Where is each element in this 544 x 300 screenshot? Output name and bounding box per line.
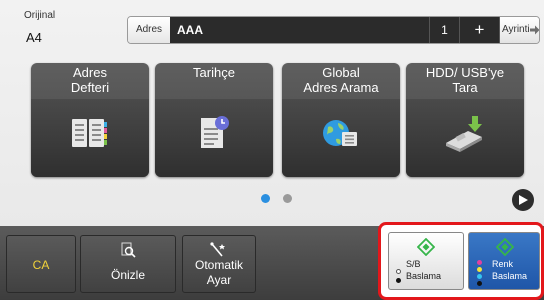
arrow-right-icon	[530, 25, 539, 35]
original-size-title: Orijinal	[24, 10, 56, 21]
color-start-button[interactable]: Renk Baslama	[468, 232, 540, 290]
tile-label: Adres Defteri	[70, 65, 110, 95]
globe-address-search-icon	[323, 120, 357, 146]
start-diamond-icon	[417, 238, 435, 256]
black-dot-icon	[477, 281, 482, 286]
tile-body	[31, 99, 149, 177]
tile-address-book[interactable]: Adres Defteri	[31, 63, 149, 177]
tile-label: Global Adres Arama	[303, 65, 379, 95]
bw-start-label: S/B Baslama	[406, 259, 442, 281]
scan-home-screen: Orijinal A4 Adres AAA 1 + Ayrinti Adres …	[0, 0, 544, 300]
original-size-display[interactable]: Orijinal A4	[24, 8, 119, 48]
bw-start-button[interactable]: S/B Baslama	[388, 232, 464, 290]
magic-wand-icon	[210, 242, 225, 257]
page-dot-active[interactable]	[261, 194, 270, 203]
preview-label: Önizle	[110, 268, 145, 282]
play-arrow-icon	[519, 195, 528, 205]
auto-set-button[interactable]: Otomatik Ayar	[182, 235, 256, 293]
tile-history[interactable]: Tarihçe	[155, 63, 273, 177]
address-count: 1	[429, 17, 459, 43]
magenta-dot-icon	[477, 260, 482, 265]
tile-body	[282, 99, 400, 177]
black-dot-icon	[396, 278, 401, 283]
start-diamond-icon	[496, 238, 514, 256]
tile-hdd-usb-scan[interactable]: HDD/ USB'ye Tara	[406, 63, 524, 177]
tile-body	[155, 99, 273, 177]
add-address-button[interactable]: +	[459, 17, 499, 43]
detail-button[interactable]: Ayrinti	[500, 17, 539, 43]
tile-body	[406, 99, 524, 177]
page-dot[interactable]	[283, 194, 292, 203]
color-start-label: Renk Baslama	[492, 259, 528, 281]
address-book-icon	[72, 119, 107, 147]
tile-label: Tarihçe	[193, 65, 235, 80]
preview-button[interactable]: Önizle	[80, 235, 176, 293]
hdd-usb-scan-icon	[446, 116, 482, 152]
tile-label: HDD/ USB'ye Tara	[425, 65, 505, 95]
address-field[interactable]: AAA 1 +	[170, 17, 500, 43]
address-label: Adres	[128, 17, 170, 43]
original-size-value: A4	[26, 30, 42, 45]
yellow-dot-icon	[477, 267, 482, 272]
auto-set-label: Otomatik Ayar	[194, 258, 243, 287]
tile-global-address-search[interactable]: Global Adres Arama	[282, 63, 400, 177]
ca-label: CA	[32, 258, 50, 272]
cyan-dot-icon	[477, 274, 482, 279]
detail-label: Ayrinti	[502, 24, 530, 35]
ca-button[interactable]: CA	[6, 235, 76, 293]
preview-magnifier-icon	[121, 242, 136, 258]
address-value: AAA	[177, 23, 203, 37]
next-page-button[interactable]	[512, 189, 534, 211]
white-dot-icon	[396, 269, 401, 274]
address-bar: Adres AAA 1 + Ayrinti	[127, 16, 540, 44]
history-document-icon	[201, 116, 229, 148]
